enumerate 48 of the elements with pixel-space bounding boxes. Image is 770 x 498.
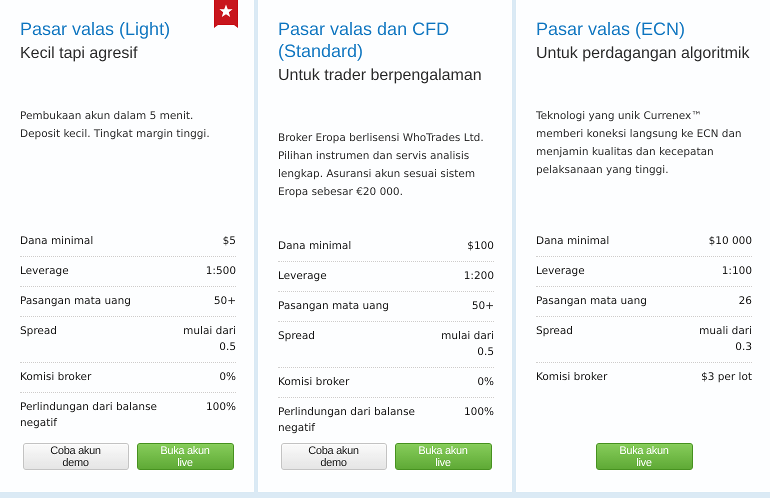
spec-value: 1:200 <box>464 269 494 284</box>
plan-title: Pasar valas (ECN) <box>536 18 686 40</box>
spec-label: Pasangan mata uang <box>20 294 131 309</box>
spec-value: 1:500 <box>206 264 236 279</box>
spec-value: $3 per lot <box>701 370 752 385</box>
plan-subtitle: Kecil tapi agresif <box>20 44 138 64</box>
spec-label: Dana minimal <box>20 234 94 249</box>
spec-label: Spread <box>536 324 573 339</box>
spec-value: 0% <box>219 370 236 385</box>
plan-description: Broker Eropa berlisensi WhoTrades Ltd. Pilihan instrumen dan servis analisis lengkap. Asuransi akun sesuai sistem Eropa sebesar €20 000. <box>278 131 485 200</box>
plan-description: Pembukaan akun dalam 5 menit. Deposit kecil. Tingkat margin tinggi. <box>20 109 211 142</box>
spec-label: Dana minimal <box>278 239 352 254</box>
spec-value: 26 <box>738 294 752 309</box>
spec-value: 100% <box>464 405 494 420</box>
spec-value: $10 000 <box>708 234 752 249</box>
demo-account-button[interactable]: Coba akun demo <box>22 443 128 470</box>
spec-value: 50+ <box>214 294 236 309</box>
spec-value: 50+ <box>472 299 494 314</box>
spec-value: muali dari 0.3 <box>698 324 752 355</box>
spec-value: 0% <box>477 375 494 390</box>
spec-label: Komisi broker <box>20 370 92 385</box>
open-live-account-button[interactable]: Buka akun live <box>596 443 692 470</box>
spec-label: Pasangan mata uang <box>536 294 647 309</box>
spec-label: Komisi broker <box>278 375 350 390</box>
spec-label: Pasangan mata uang <box>278 299 389 314</box>
spec-value: $100 <box>467 239 494 254</box>
spec-label: Komisi broker <box>536 370 608 385</box>
spec-value: 1:100 <box>722 264 752 279</box>
plan-description: Teknologi yang unik Currenex™ memberi koneksi langsung ke ECN dan menjamin kualitas dan kecepatan pelaksanaan yang tinggi. <box>536 109 743 178</box>
plan-title: Pasar valas (Light) <box>20 18 172 40</box>
spec-label: Perlindungan dari balanse negatif <box>278 405 416 436</box>
plan-subtitle: Untuk trader berpengalaman <box>278 66 483 86</box>
spec-label: Spread <box>278 329 315 344</box>
open-live-account-button[interactable]: Buka akun live <box>136 443 234 470</box>
demo-account-button[interactable]: Coba akun demo <box>280 443 386 470</box>
spec-label: Leverage <box>278 269 327 284</box>
spec-value: $5 <box>222 234 236 249</box>
spec-label: Perlindungan dari balanse negatif <box>20 400 158 431</box>
spec-label: Dana minimal <box>536 234 610 249</box>
spec-label: Leverage <box>20 264 69 279</box>
spec-label: Spread <box>20 324 57 339</box>
spec-label: Leverage <box>536 264 585 279</box>
spec-value: mulai dari 0.5 <box>182 324 236 355</box>
spec-value: mulai dari 0.5 <box>440 329 494 360</box>
plan-title: Pasar valas dan CFD (Standard) <box>278 18 450 62</box>
spec-value: 100% <box>206 400 236 415</box>
plan-subtitle: Untuk perdagangan algoritmik <box>536 44 750 64</box>
open-live-account-button[interactable]: Buka akun live <box>394 443 492 470</box>
